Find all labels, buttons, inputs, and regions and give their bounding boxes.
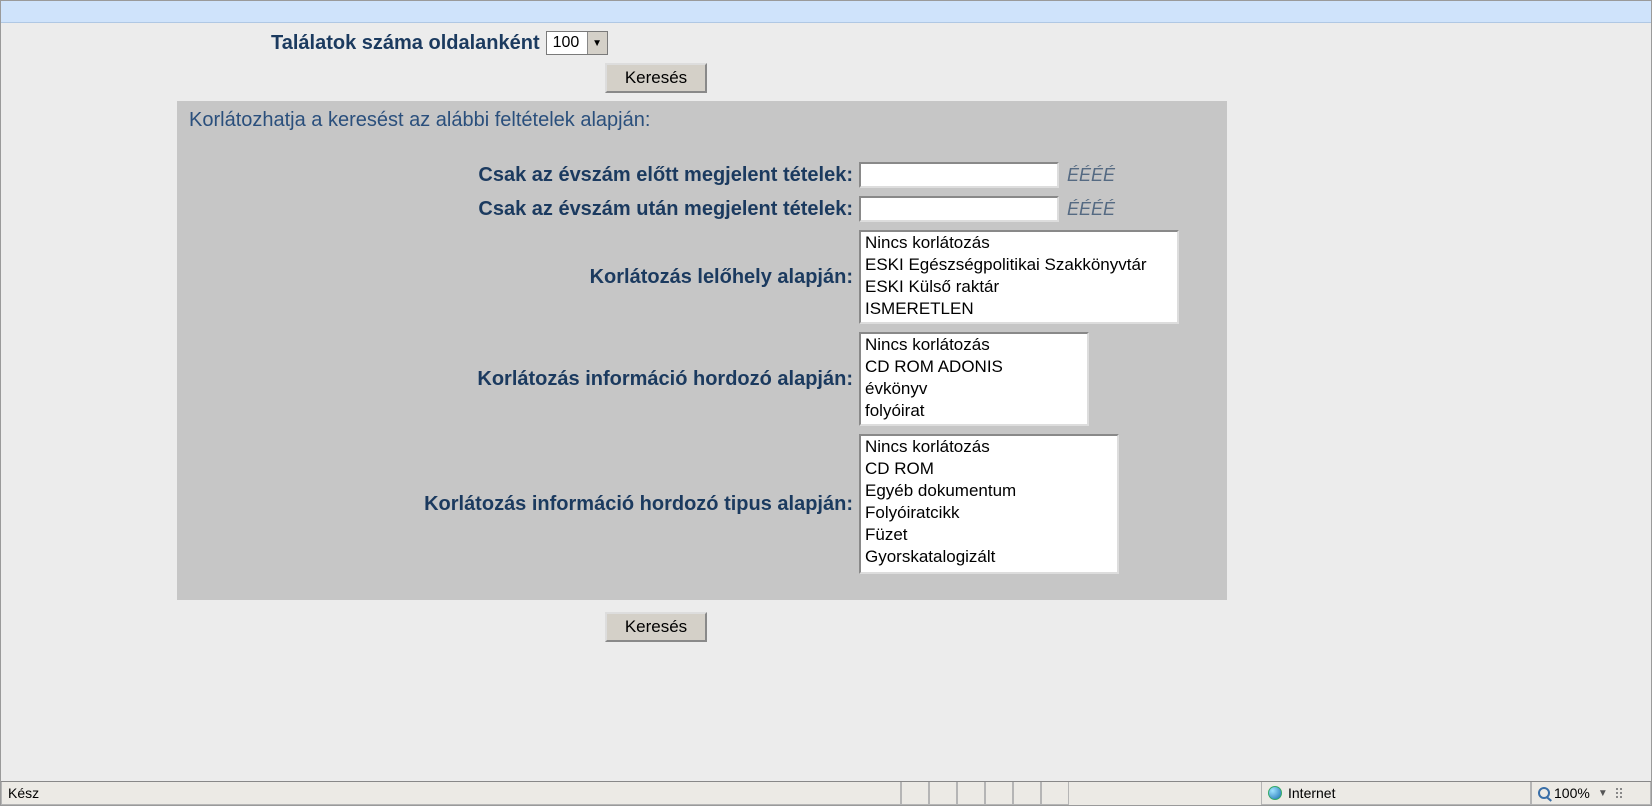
- status-mini-cell: [985, 782, 1013, 805]
- chevron-down-icon: ▼: [587, 32, 607, 54]
- listbox-carrier[interactable]: Nincs korlátozásCD ROM ADONISévkönyvfoly…: [859, 332, 1089, 426]
- header-strip: [1, 1, 1651, 23]
- listbox-carrier-type[interactable]: Nincs korlátozásCD ROMEgyéb dokumentumFo…: [859, 434, 1119, 574]
- list-option[interactable]: Nincs korlátozás: [861, 436, 1117, 458]
- row-carrier: Korlátozás információ hordozó alapján: N…: [189, 332, 1215, 426]
- row-location: Korlátozás lelőhely alapján: Nincs korlá…: [189, 230, 1215, 324]
- chevron-down-icon: ▼: [1598, 788, 1608, 799]
- search-button-bottom[interactable]: Keresés: [605, 612, 707, 642]
- status-mini-cell: [957, 782, 985, 805]
- search-button-row-top: Keresés: [1, 63, 1651, 93]
- list-option[interactable]: CD ROM: [861, 458, 1117, 480]
- label-carrier-type: Korlátozás információ hordozó tipus alap…: [189, 493, 859, 516]
- list-option[interactable]: Füzet: [861, 524, 1117, 546]
- status-zone-text: Internet: [1288, 785, 1335, 801]
- status-separators: [901, 782, 1261, 805]
- list-option[interactable]: Nincs korlátozás: [861, 232, 1177, 254]
- label-year-after: Csak az évszám után megjelent tételek:: [189, 198, 859, 221]
- status-ready: Kész: [1, 782, 901, 805]
- list-option[interactable]: Folyóiratcikk: [861, 502, 1117, 524]
- status-zoom[interactable]: 100% ▼: [1531, 782, 1651, 805]
- list-option[interactable]: CD ROM ADONIS: [861, 356, 1087, 378]
- browser-viewport: Találatok száma oldalanként 100 ▼ Keresé…: [0, 0, 1652, 806]
- hint-year-after: ÉÉÉÉ: [1067, 199, 1115, 220]
- results-per-page-value: 100: [547, 32, 587, 54]
- status-bar: Kész Internet 100% ▼: [1, 781, 1651, 805]
- page-content[interactable]: Találatok száma oldalanként 100 ▼ Keresé…: [1, 23, 1651, 781]
- resize-grip-icon: [1616, 788, 1628, 798]
- status-mini-cell: [901, 782, 929, 805]
- listbox-location[interactable]: Nincs korlátozásESKI Egészségpolitikai S…: [859, 230, 1179, 324]
- status-mini-cell: [1013, 782, 1041, 805]
- restrictions-heading: Korlátozhatja a keresést az alábbi felté…: [189, 109, 1215, 132]
- list-option[interactable]: ESKI Egészségpolitikai Szakkönyvtár: [861, 254, 1177, 276]
- hint-year-before: ÉÉÉÉ: [1067, 165, 1115, 186]
- results-per-page-label: Találatok száma oldalanként: [271, 32, 540, 55]
- results-per-page-row: Találatok száma oldalanként 100 ▼: [271, 31, 1651, 55]
- row-year-before: Csak az évszám előtt megjelent tételek: …: [189, 162, 1215, 188]
- restrictions-panel: Korlátozhatja a keresést az alábbi felté…: [177, 101, 1227, 600]
- list-option[interactable]: évkönyv: [861, 378, 1087, 400]
- list-option[interactable]: Egyéb dokumentum: [861, 480, 1117, 502]
- label-carrier: Korlátozás információ hordozó alapján:: [189, 368, 859, 391]
- status-mini-cell: [929, 782, 957, 805]
- search-button-top[interactable]: Keresés: [605, 63, 707, 93]
- label-location: Korlátozás lelőhely alapján:: [189, 266, 859, 289]
- search-button-row-bottom: Keresés: [1, 612, 1651, 642]
- list-option[interactable]: ESKI Külső raktár: [861, 276, 1177, 298]
- list-option[interactable]: ISMERETLEN: [861, 298, 1177, 320]
- list-option[interactable]: folyóirat: [861, 400, 1087, 422]
- magnifier-icon: [1538, 787, 1550, 799]
- input-year-after[interactable]: [859, 196, 1059, 222]
- row-carrier-type: Korlátozás információ hordozó tipus alap…: [189, 434, 1215, 574]
- input-year-before[interactable]: [859, 162, 1059, 188]
- globe-icon: [1268, 786, 1282, 800]
- list-option[interactable]: Nincs korlátozás: [861, 334, 1087, 356]
- label-year-before: Csak az évszám előtt megjelent tételek:: [189, 164, 859, 187]
- row-year-after: Csak az évszám után megjelent tételek: É…: [189, 196, 1215, 222]
- list-option[interactable]: Gyorskatalogizált: [861, 546, 1117, 568]
- status-mini-cell: [1041, 782, 1069, 805]
- status-zoom-value: 100%: [1554, 785, 1590, 801]
- results-per-page-dropdown[interactable]: 100 ▼: [546, 31, 608, 55]
- content-wrap: Találatok száma oldalanként 100 ▼ Keresé…: [1, 23, 1651, 781]
- status-zone[interactable]: Internet: [1261, 782, 1531, 805]
